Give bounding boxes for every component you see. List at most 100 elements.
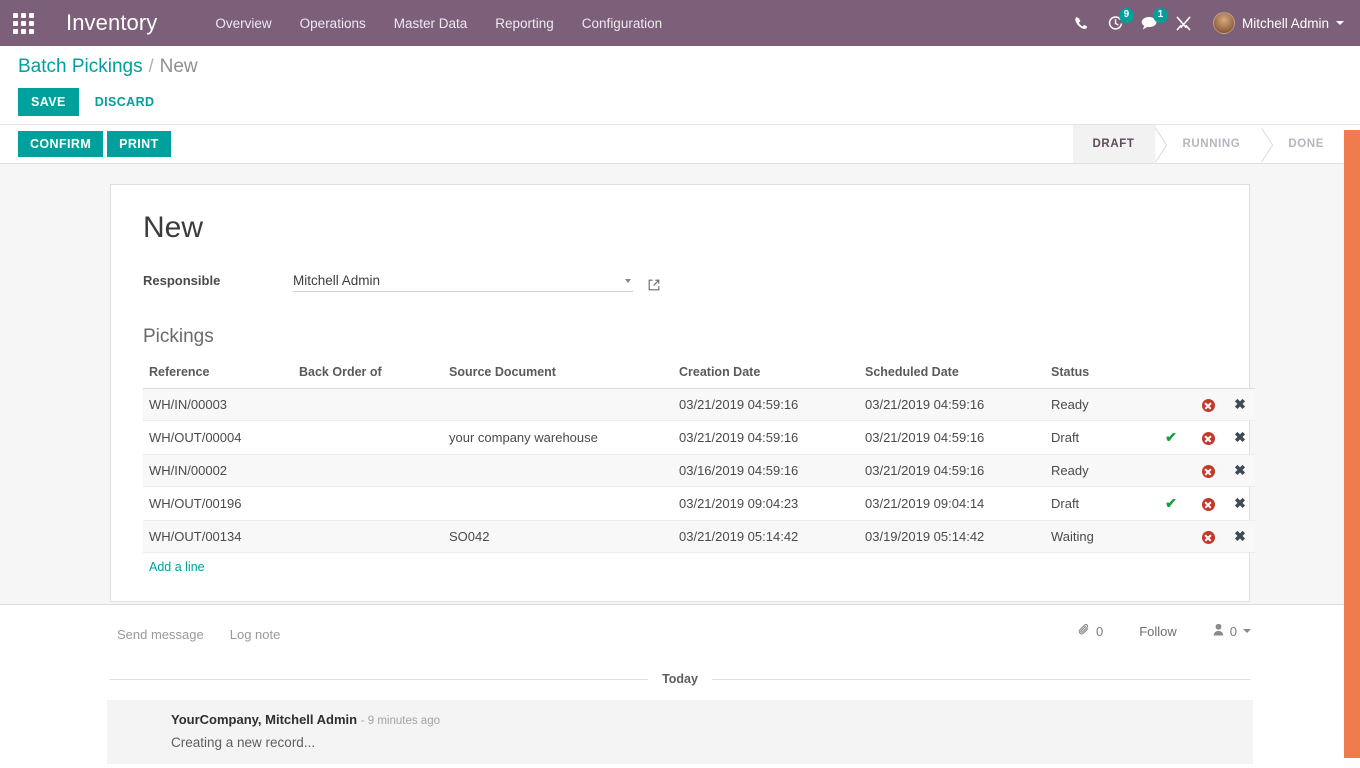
status-running[interactable]: RUNNING bbox=[1156, 125, 1262, 163]
cell-status[interactable]: Draft bbox=[1045, 421, 1151, 455]
cell-creation-date[interactable]: 03/21/2019 05:14:42 bbox=[673, 521, 859, 553]
cell-source-document[interactable]: SO042 bbox=[443, 521, 673, 553]
cell-source-document[interactable]: your company warehouse bbox=[443, 421, 673, 455]
cell-reference[interactable]: WH/IN/00003 bbox=[143, 389, 293, 421]
chevron-down-icon[interactable] bbox=[1243, 629, 1251, 633]
red-x-circle-icon[interactable] bbox=[1202, 432, 1215, 445]
cell-remove[interactable]: ✖ bbox=[1225, 521, 1255, 553]
column-scheduled-date[interactable]: Scheduled Date bbox=[859, 362, 1045, 389]
remove-x-icon[interactable]: ✖ bbox=[1234, 528, 1246, 544]
page-scrollbar-track[interactable] bbox=[1344, 130, 1360, 768]
red-x-circle-icon[interactable] bbox=[1202, 531, 1215, 544]
red-x-circle-icon[interactable] bbox=[1202, 465, 1215, 478]
attachments-button[interactable]: 0 bbox=[1078, 623, 1103, 639]
messages-button[interactable]: 1 bbox=[1133, 0, 1167, 46]
cell-cancel[interactable] bbox=[1191, 421, 1225, 455]
cell-reference[interactable]: WH/OUT/00196 bbox=[143, 487, 293, 521]
cell-remove[interactable]: ✖ bbox=[1225, 421, 1255, 455]
activities-button[interactable]: 9 bbox=[1099, 0, 1133, 46]
discard-button[interactable]: DISCARD bbox=[85, 88, 165, 116]
status-draft[interactable]: DRAFT bbox=[1073, 125, 1157, 163]
cell-scheduled-date[interactable]: 03/21/2019 04:59:16 bbox=[859, 389, 1045, 421]
user-menu[interactable]: Mitchell Admin bbox=[1201, 0, 1350, 46]
breadcrumb-batch-pickings[interactable]: Batch Pickings bbox=[18, 56, 143, 78]
add-a-line-link[interactable]: Add a line bbox=[143, 553, 211, 574]
developer-tools-button[interactable] bbox=[1167, 0, 1201, 46]
cell-creation-date[interactable]: 03/21/2019 04:59:16 bbox=[673, 421, 859, 455]
column-back-order-of[interactable]: Back Order of bbox=[293, 362, 443, 389]
followers-button[interactable]: 0 bbox=[1213, 623, 1251, 639]
table-row[interactable]: WH/OUT/00196 03/21/2019 09:04:23 03/21/2… bbox=[143, 487, 1255, 521]
menu-item-reporting[interactable]: Reporting bbox=[481, 10, 568, 37]
cell-validate[interactable]: ✔ bbox=[1151, 487, 1191, 521]
cell-creation-date[interactable]: 03/16/2019 04:59:16 bbox=[673, 455, 859, 487]
cell-scheduled-date[interactable]: 03/21/2019 04:59:16 bbox=[859, 455, 1045, 487]
remove-x-icon[interactable]: ✖ bbox=[1234, 396, 1246, 412]
apps-menu-button[interactable] bbox=[0, 0, 46, 46]
red-x-circle-icon[interactable] bbox=[1202, 399, 1215, 412]
cell-remove[interactable]: ✖ bbox=[1225, 389, 1255, 421]
cell-cancel[interactable] bbox=[1191, 389, 1225, 421]
menu-item-master-data[interactable]: Master Data bbox=[380, 10, 482, 37]
form-sheet: New Responsible Pickings Reference Back bbox=[110, 184, 1250, 602]
follow-button[interactable]: Follow bbox=[1139, 624, 1177, 639]
save-button[interactable]: SAVE bbox=[18, 88, 79, 116]
menu-item-overview[interactable]: Overview bbox=[201, 10, 285, 37]
cell-scheduled-date[interactable]: 03/21/2019 04:59:16 bbox=[859, 421, 1045, 455]
cell-source-document[interactable] bbox=[443, 389, 673, 421]
cell-reference[interactable]: WH/OUT/00134 bbox=[143, 521, 293, 553]
remove-x-icon[interactable]: ✖ bbox=[1234, 462, 1246, 478]
confirm-button[interactable]: CONFIRM bbox=[18, 131, 103, 157]
cell-back-order-of[interactable] bbox=[293, 389, 443, 421]
app-brand-inventory[interactable]: Inventory bbox=[66, 10, 157, 36]
chevron-down-icon[interactable] bbox=[625, 279, 631, 283]
table-row[interactable]: WH/IN/00003 03/21/2019 04:59:16 03/21/20… bbox=[143, 389, 1255, 421]
chevron-down-icon bbox=[1336, 21, 1344, 25]
cell-reference[interactable]: WH/OUT/00004 bbox=[143, 421, 293, 455]
cell-cancel[interactable] bbox=[1191, 521, 1225, 553]
cell-creation-date[interactable]: 03/21/2019 09:04:23 bbox=[673, 487, 859, 521]
phone-button[interactable] bbox=[1065, 0, 1099, 46]
cell-cancel[interactable] bbox=[1191, 487, 1225, 521]
cell-scheduled-date[interactable]: 03/21/2019 09:04:14 bbox=[859, 487, 1045, 521]
cell-reference[interactable]: WH/IN/00002 bbox=[143, 455, 293, 487]
cell-back-order-of[interactable] bbox=[293, 521, 443, 553]
cell-status[interactable]: Waiting bbox=[1045, 521, 1151, 553]
menu-item-operations[interactable]: Operations bbox=[286, 10, 380, 37]
remove-x-icon[interactable]: ✖ bbox=[1234, 495, 1246, 511]
pickings-table-body: WH/IN/00003 03/21/2019 04:59:16 03/21/20… bbox=[143, 389, 1255, 553]
menu-item-configuration[interactable]: Configuration bbox=[568, 10, 676, 37]
cell-creation-date[interactable]: 03/21/2019 04:59:16 bbox=[673, 389, 859, 421]
column-creation-date[interactable]: Creation Date bbox=[673, 362, 859, 389]
send-message-button[interactable]: Send message bbox=[117, 627, 204, 642]
cell-status[interactable]: Ready bbox=[1045, 455, 1151, 487]
cell-back-order-of[interactable] bbox=[293, 421, 443, 455]
print-button[interactable]: PRINT bbox=[107, 131, 171, 157]
column-status[interactable]: Status bbox=[1045, 362, 1151, 389]
log-note-button[interactable]: Log note bbox=[230, 627, 281, 642]
page-scrollbar-thumb[interactable] bbox=[1344, 130, 1360, 758]
responsible-input[interactable] bbox=[293, 273, 619, 288]
cell-validate[interactable]: ✔ bbox=[1151, 421, 1191, 455]
cell-scheduled-date[interactable]: 03/19/2019 05:14:42 bbox=[859, 521, 1045, 553]
cell-cancel[interactable] bbox=[1191, 455, 1225, 487]
cell-back-order-of[interactable] bbox=[293, 487, 443, 521]
cell-remove[interactable]: ✖ bbox=[1225, 455, 1255, 487]
table-row[interactable]: WH/OUT/00134 SO042 03/21/2019 05:14:42 0… bbox=[143, 521, 1255, 553]
cell-back-order-of[interactable] bbox=[293, 455, 443, 487]
cell-status[interactable]: Ready bbox=[1045, 389, 1151, 421]
cell-status[interactable]: Draft bbox=[1045, 487, 1151, 521]
column-reference[interactable]: Reference bbox=[143, 362, 293, 389]
external-link-icon[interactable] bbox=[647, 278, 661, 292]
remove-x-icon[interactable]: ✖ bbox=[1234, 429, 1246, 445]
table-row[interactable]: WH/IN/00002 03/16/2019 04:59:16 03/21/20… bbox=[143, 455, 1255, 487]
cell-remove[interactable]: ✖ bbox=[1225, 487, 1255, 521]
green-check-icon[interactable]: ✔ bbox=[1165, 429, 1177, 445]
column-source-document[interactable]: Source Document bbox=[443, 362, 673, 389]
cell-source-document[interactable] bbox=[443, 455, 673, 487]
table-row[interactable]: WH/OUT/00004 your company warehouse 03/2… bbox=[143, 421, 1255, 455]
status-done[interactable]: DONE bbox=[1262, 125, 1346, 163]
red-x-circle-icon[interactable] bbox=[1202, 498, 1215, 511]
green-check-icon[interactable]: ✔ bbox=[1165, 495, 1177, 511]
cell-source-document[interactable] bbox=[443, 487, 673, 521]
